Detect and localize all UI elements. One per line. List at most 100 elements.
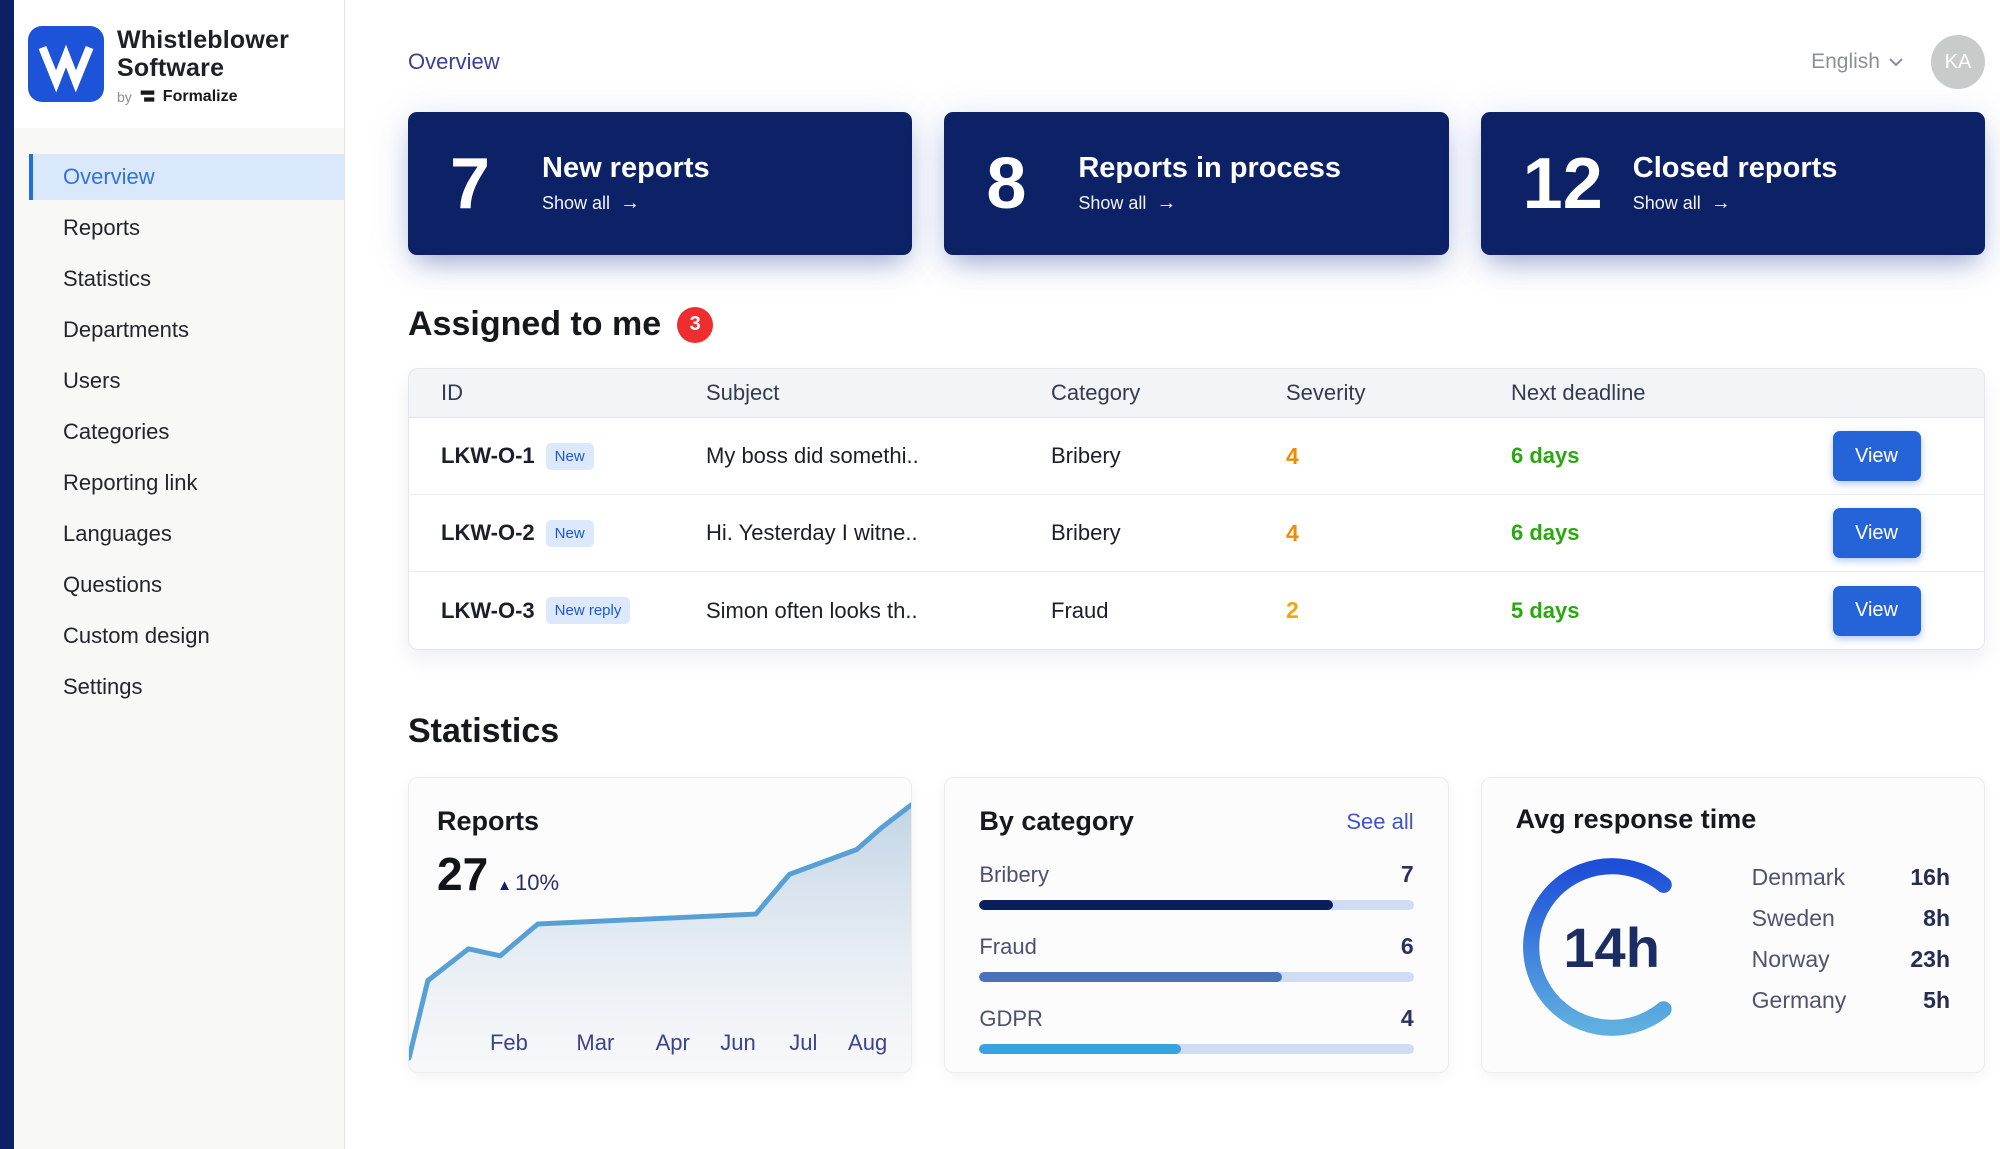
summary-card-title: Reports in process	[1078, 152, 1341, 185]
reports-delta: ▲ 10%	[497, 870, 559, 896]
category-bar-group: Fraud 6	[979, 933, 1413, 982]
language-selector[interactable]: English	[1811, 50, 1903, 74]
sidebar-item-departments[interactable]: Departments	[29, 307, 344, 353]
report-deadline: 6 days	[1511, 443, 1801, 469]
view-button[interactable]: View	[1833, 431, 1921, 481]
show-all-link[interactable]: Show all →	[542, 192, 710, 215]
col-header-subject: Subject	[706, 380, 1051, 406]
sidebar-item-reports[interactable]: Reports	[29, 205, 344, 251]
category-bar-track	[979, 900, 1413, 910]
app-logo[interactable]: WhistleblowerSoftware by Formalize	[14, 0, 344, 128]
category-value: 6	[1401, 933, 1414, 960]
category-bar-group: GDPR 4	[979, 1005, 1413, 1054]
x-axis-label: Feb	[490, 1030, 528, 1056]
sidebar-item-users[interactable]: Users	[29, 358, 344, 404]
x-axis-label: Jun	[720, 1030, 755, 1056]
statistics-title: Statistics	[408, 712, 1985, 751]
left-edge-strip	[0, 0, 14, 1149]
arrow-right-icon: →	[1711, 192, 1731, 215]
category-label: GDPR	[979, 1006, 1043, 1032]
summary-card-new-reports[interactable]: 7 New reports Show all →	[408, 112, 912, 255]
summary-card-closed[interactable]: 12 Closed reports Show all →	[1481, 112, 1985, 255]
report-severity: 2	[1286, 597, 1511, 624]
show-all-link[interactable]: Show all →	[1633, 192, 1838, 215]
view-button[interactable]: View	[1833, 508, 1921, 558]
x-axis-label: Aug	[848, 1030, 887, 1056]
topbar: Overview English KA	[408, 0, 1985, 84]
country-value: 23h	[1910, 946, 1950, 973]
col-header-category: Category	[1051, 380, 1286, 406]
reports-chart-card: Reports 27 ▲ 10% Feb Mar Apr Jun Jul Aug	[408, 777, 912, 1073]
sidebar-nav: Overview Reports Statistics Departments …	[14, 128, 344, 710]
avatar[interactable]: KA	[1931, 35, 1985, 89]
closed-count: 12	[1523, 148, 1603, 220]
brand-by-label: by	[117, 89, 132, 105]
category-label: Bribery	[979, 862, 1049, 888]
category-bar-group: Bribery 7	[979, 861, 1413, 910]
avg-response-donut: 14h	[1516, 851, 1708, 1043]
country-label: Denmark	[1752, 864, 1845, 891]
list-item: Norway 23h	[1752, 939, 1950, 980]
list-item: Germany 5h	[1752, 980, 1950, 1021]
table-header-row: ID Subject Category Severity Next deadli…	[409, 369, 1984, 418]
col-header-severity: Severity	[1286, 380, 1511, 406]
category-value: 4	[1401, 1005, 1414, 1032]
by-category-card: By category See all Bribery 7 Fraud 6	[944, 777, 1448, 1073]
sidebar-item-reporting-link[interactable]: Reporting link	[29, 460, 344, 506]
category-bar-fill	[979, 900, 1333, 910]
summary-card-in-process[interactable]: 8 Reports in process Show all →	[944, 112, 1448, 255]
sidebar-item-custom-design[interactable]: Custom design	[29, 613, 344, 659]
avg-response-value: 14h	[1516, 851, 1708, 1043]
category-bar-fill	[979, 1044, 1181, 1054]
by-category-title: By category	[979, 806, 1134, 837]
x-axis-label: Jul	[789, 1030, 817, 1056]
sidebar-item-questions[interactable]: Questions	[29, 562, 344, 608]
category-bar-track	[979, 972, 1413, 982]
country-value: 8h	[1923, 905, 1950, 932]
triangle-up-icon: ▲	[497, 877, 512, 894]
report-subject: Simon often looks th..	[706, 598, 1051, 624]
report-category: Fraud	[1051, 598, 1286, 624]
category-bar-track	[979, 1044, 1413, 1054]
breadcrumb: Overview	[408, 49, 500, 75]
show-all-link[interactable]: Show all →	[1078, 192, 1341, 215]
category-value: 7	[1401, 861, 1414, 888]
reports-card-title: Reports	[437, 806, 911, 837]
category-bar-fill	[979, 972, 1282, 982]
col-header-deadline: Next deadline	[1511, 380, 1801, 406]
in-process-count: 8	[986, 148, 1048, 220]
summary-card-title: New reports	[542, 152, 710, 185]
category-label: Fraud	[979, 934, 1036, 960]
new-reports-count: 7	[450, 148, 512, 220]
country-label: Norway	[1752, 946, 1830, 973]
see-all-link[interactable]: See all	[1346, 809, 1413, 835]
formalize-logo-icon	[139, 88, 156, 105]
country-label: Sweden	[1752, 905, 1835, 932]
status-badge: New	[546, 520, 594, 547]
report-category: Bribery	[1051, 443, 1286, 469]
chevron-down-icon	[1889, 58, 1903, 67]
sidebar-item-overview[interactable]: Overview	[29, 154, 344, 200]
sidebar-item-statistics[interactable]: Statistics	[29, 256, 344, 302]
report-subject: Hi. Yesterday I witne..	[706, 520, 1051, 546]
sidebar-item-categories[interactable]: Categories	[29, 409, 344, 455]
view-button[interactable]: View	[1833, 586, 1921, 636]
report-deadline: 6 days	[1511, 520, 1801, 546]
table-row: LKW-O-3 New reply Simon often looks th..…	[409, 572, 1984, 649]
country-value: 16h	[1910, 864, 1950, 891]
avg-response-title: Avg response time	[1516, 804, 1950, 835]
sidebar-item-settings[interactable]: Settings	[29, 664, 344, 710]
list-item: Sweden 8h	[1752, 898, 1950, 939]
arrow-right-icon: →	[620, 192, 640, 215]
avg-response-card: Avg response time 14h	[1481, 777, 1985, 1073]
statistics-cards: Reports 27 ▲ 10% Feb Mar Apr Jun Jul Aug…	[408, 777, 1985, 1073]
summary-cards: 7 New reports Show all → 8 Reports in pr…	[408, 112, 1985, 255]
report-category: Bribery	[1051, 520, 1286, 546]
report-id: LKW-O-2	[441, 520, 535, 546]
col-header-id: ID	[441, 380, 706, 406]
brand-name: WhistleblowerSoftware	[117, 26, 289, 83]
sidebar-item-languages[interactable]: Languages	[29, 511, 344, 557]
x-axis-label: Apr	[656, 1030, 690, 1056]
summary-card-title: Closed reports	[1633, 152, 1838, 185]
brand-logo-icon	[28, 26, 104, 102]
